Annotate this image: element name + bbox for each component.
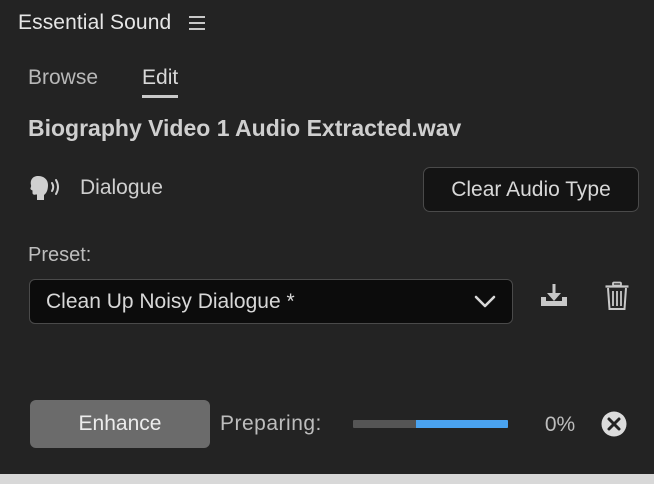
preset-label: Preset: <box>28 244 92 266</box>
audio-type-row: Dialogue <box>28 174 163 202</box>
clear-audio-type-button[interactable]: Clear Audio Type <box>423 167 639 212</box>
preset-dropdown[interactable]: Clean Up Noisy Dialogue * <box>29 279 513 324</box>
panel-header: Essential Sound <box>18 8 206 38</box>
progress-percent: 0% <box>544 413 576 436</box>
save-preset-icon[interactable] <box>538 282 570 310</box>
bottom-scroll-strip <box>0 474 654 484</box>
panel-title: Essential Sound <box>18 11 172 34</box>
chevron-down-icon <box>474 295 496 307</box>
preparing-status-label: Preparing: <box>220 412 322 435</box>
dialogue-icon <box>30 176 59 200</box>
hamburger-menu-icon[interactable] <box>189 16 206 30</box>
progress-bar-fill <box>416 420 508 428</box>
cancel-icon[interactable] <box>600 410 628 438</box>
clip-name: Biography Video 1 Audio Extracted.wav <box>28 115 462 141</box>
progress-bar <box>353 420 508 428</box>
delete-preset-icon[interactable] <box>604 281 630 311</box>
preset-selected-value: Clean Up Noisy Dialogue * <box>46 289 295 313</box>
tab-browse[interactable]: Browse <box>28 66 98 98</box>
enhance-button[interactable]: Enhance <box>30 400 210 448</box>
audio-type-label: Dialogue <box>80 176 163 199</box>
essential-sound-panel: Essential Sound Browse Edit Biography Vi… <box>0 0 654 484</box>
tab-bar: Browse Edit <box>28 66 222 98</box>
tab-edit[interactable]: Edit <box>142 66 179 98</box>
